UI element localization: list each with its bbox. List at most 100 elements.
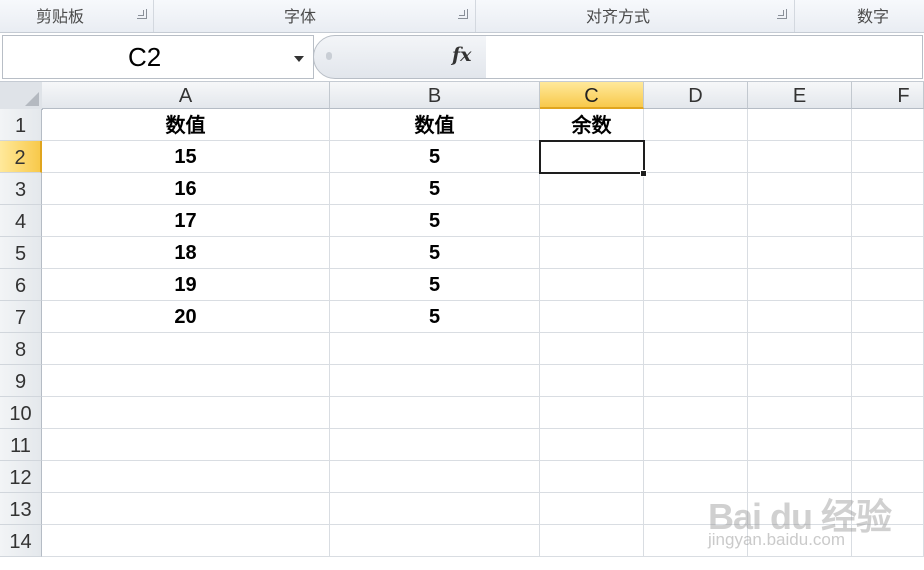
cell-a11[interactable] — [42, 429, 330, 461]
cell-a13[interactable] — [42, 493, 330, 525]
cell-f5[interactable] — [852, 237, 924, 269]
chevron-down-icon[interactable] — [294, 56, 304, 62]
cell-e8[interactable] — [748, 333, 852, 365]
cell-e10[interactable] — [748, 397, 852, 429]
clipboard-dialog-launcher-icon[interactable] — [137, 9, 147, 19]
cell-b11[interactable] — [330, 429, 540, 461]
cell-d13[interactable] — [644, 493, 748, 525]
row-header-5[interactable]: 5 — [0, 237, 42, 269]
cell-e3[interactable] — [748, 173, 852, 205]
cell-e12[interactable] — [748, 461, 852, 493]
cell-e4[interactable] — [748, 205, 852, 237]
row-header-1[interactable]: 1 — [0, 109, 42, 141]
cell-d5[interactable] — [644, 237, 748, 269]
cell-a3[interactable]: 16 — [42, 173, 330, 205]
cell-b14[interactable] — [330, 525, 540, 557]
cell-d8[interactable] — [644, 333, 748, 365]
row-header-3[interactable]: 3 — [0, 173, 42, 205]
cell-f2[interactable] — [852, 141, 924, 173]
cell-e13[interactable] — [748, 493, 852, 525]
cell-f7[interactable] — [852, 301, 924, 333]
cell-b10[interactable] — [330, 397, 540, 429]
cell-d7[interactable] — [644, 301, 748, 333]
cell-c4[interactable] — [540, 205, 644, 237]
cell-d3[interactable] — [644, 173, 748, 205]
cell-c11[interactable] — [540, 429, 644, 461]
cell-a8[interactable] — [42, 333, 330, 365]
cell-f13[interactable] — [852, 493, 924, 525]
cell-f9[interactable] — [852, 365, 924, 397]
cell-c3[interactable] — [540, 173, 644, 205]
cell-f4[interactable] — [852, 205, 924, 237]
cell-a14[interactable] — [42, 525, 330, 557]
cell-b6[interactable]: 5 — [330, 269, 540, 301]
cell-b7[interactable]: 5 — [330, 301, 540, 333]
cell-d14[interactable] — [644, 525, 748, 557]
row-header-6[interactable]: 6 — [0, 269, 42, 301]
cell-b4[interactable]: 5 — [330, 205, 540, 237]
cell-f8[interactable] — [852, 333, 924, 365]
row-header-4[interactable]: 4 — [0, 205, 42, 237]
fill-handle[interactable] — [640, 170, 647, 177]
name-box[interactable]: C2 — [2, 35, 314, 79]
row-header-12[interactable]: 12 — [0, 461, 42, 493]
column-header-d[interactable]: D — [644, 82, 748, 109]
cell-e14[interactable] — [748, 525, 852, 557]
cell-d12[interactable] — [644, 461, 748, 493]
column-header-b[interactable]: B — [330, 82, 540, 109]
cell-a5[interactable]: 18 — [42, 237, 330, 269]
cell-a6[interactable]: 19 — [42, 269, 330, 301]
cell-e7[interactable] — [748, 301, 852, 333]
cell-f11[interactable] — [852, 429, 924, 461]
row-header-11[interactable]: 11 — [0, 429, 42, 461]
row-header-10[interactable]: 10 — [0, 397, 42, 429]
resize-grip-icon[interactable] — [326, 52, 332, 60]
cell-b1[interactable]: 数值 — [330, 109, 540, 141]
cell-a9[interactable] — [42, 365, 330, 397]
column-header-a[interactable]: A — [42, 82, 330, 109]
cell-d6[interactable] — [644, 269, 748, 301]
cell-c12[interactable] — [540, 461, 644, 493]
cell-f1[interactable] — [852, 109, 924, 141]
cell-d9[interactable] — [644, 365, 748, 397]
insert-function-icon[interactable]: fx — [452, 44, 472, 66]
cell-b3[interactable]: 5 — [330, 173, 540, 205]
cell-d2[interactable] — [644, 141, 748, 173]
cell-c5[interactable] — [540, 237, 644, 269]
active-cell-c2[interactable] — [539, 140, 645, 174]
select-all-button[interactable] — [0, 82, 43, 110]
row-header-13[interactable]: 13 — [0, 493, 42, 525]
cell-b8[interactable] — [330, 333, 540, 365]
cell-a4[interactable]: 17 — [42, 205, 330, 237]
cell-e2[interactable] — [748, 141, 852, 173]
cell-b12[interactable] — [330, 461, 540, 493]
cell-e1[interactable] — [748, 109, 852, 141]
cell-c10[interactable] — [540, 397, 644, 429]
cell-f14[interactable] — [852, 525, 924, 557]
cell-c1[interactable]: 余数 — [540, 109, 644, 141]
cell-d10[interactable] — [644, 397, 748, 429]
cell-d1[interactable] — [644, 109, 748, 141]
cell-f12[interactable] — [852, 461, 924, 493]
cell-b5[interactable]: 5 — [330, 237, 540, 269]
cell-a2[interactable]: 15 — [42, 141, 330, 173]
column-header-e[interactable]: E — [748, 82, 852, 109]
cell-c14[interactable] — [540, 525, 644, 557]
cell-b2[interactable]: 5 — [330, 141, 540, 173]
cell-a1[interactable]: 数值 — [42, 109, 330, 141]
row-header-8[interactable]: 8 — [0, 333, 42, 365]
row-header-2[interactable]: 2 — [0, 141, 42, 173]
cell-d11[interactable] — [644, 429, 748, 461]
cell-e11[interactable] — [748, 429, 852, 461]
cell-a12[interactable] — [42, 461, 330, 493]
column-header-c[interactable]: C — [540, 82, 644, 109]
row-header-14[interactable]: 14 — [0, 525, 42, 557]
cell-f6[interactable] — [852, 269, 924, 301]
cell-c6[interactable] — [540, 269, 644, 301]
cell-b13[interactable] — [330, 493, 540, 525]
cell-a10[interactable] — [42, 397, 330, 429]
cell-c7[interactable] — [540, 301, 644, 333]
column-header-f[interactable]: F — [852, 82, 924, 109]
row-header-9[interactable]: 9 — [0, 365, 42, 397]
row-header-7[interactable]: 7 — [0, 301, 42, 333]
